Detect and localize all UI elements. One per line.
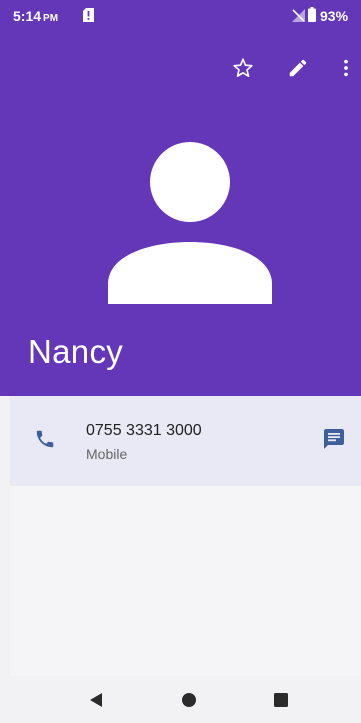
recents-button[interactable] [267,686,295,714]
contact-name: Nancy [28,333,124,370]
message-icon [324,429,344,449]
battery-icon [308,7,316,22]
more-options-button[interactable] [328,50,361,86]
sim-alert-icon [83,8,94,22]
recents-square-icon [274,693,288,707]
status-ampm: PM [43,13,59,24]
person-silhouette-icon [108,142,272,304]
back-button[interactable] [82,686,110,714]
favorite-button[interactable] [225,50,261,86]
status-bar: 5:14 PM 93% [0,0,361,30]
send-message-button[interactable] [318,423,350,455]
navigation-bar [0,676,361,723]
no-signal-icon [292,9,305,22]
pencil-icon [289,59,307,77]
phone-icon [36,430,54,448]
contact-detail-screen: 5:14 PM 93% Nancy 0755 3331 3000 Mobile [0,0,361,723]
home-button[interactable] [175,686,203,714]
status-time: 5:14 PM [13,8,58,24]
contact-header: 5:14 PM 93% Nancy [0,0,361,396]
empty-content-area [10,486,361,676]
battery-percentage: 93% [320,8,349,24]
phone-entry-row[interactable]: 0755 3331 3000 Mobile [10,396,361,486]
more-vert-icon [344,59,348,77]
status-time-value: 5:14 [13,8,42,24]
home-circle-icon [182,693,196,707]
star-outline-icon [233,58,253,77]
edit-button[interactable] [280,50,316,86]
phone-type-label: Mobile [86,446,128,462]
back-triangle-icon [90,693,102,707]
phone-number: 0755 3331 3000 [86,422,202,439]
